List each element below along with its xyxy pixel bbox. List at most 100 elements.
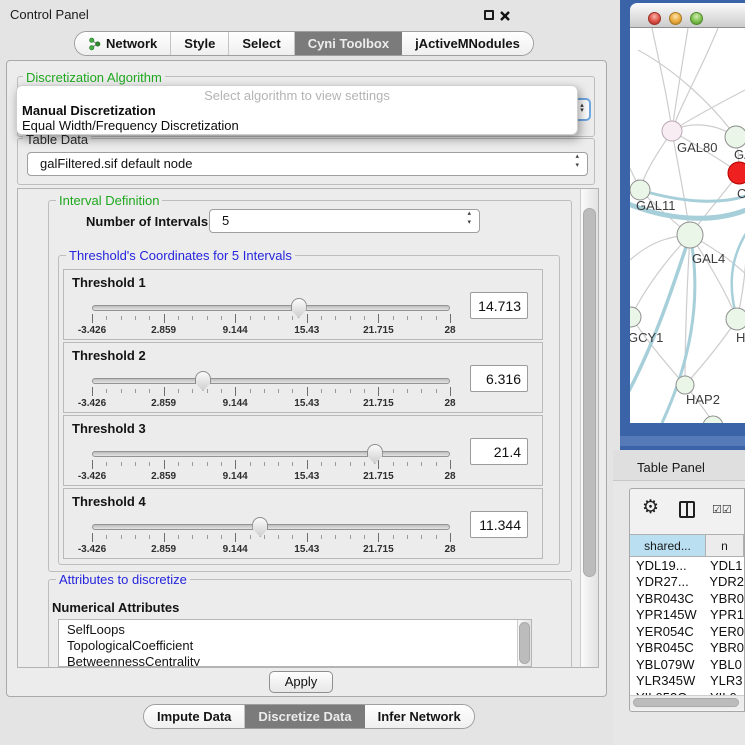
table-row[interactable]: YLR345WYLR3	[630, 673, 744, 690]
tab-infer-network[interactable]: Infer Network	[365, 705, 474, 728]
attribute-item-selfloops[interactable]: SelfLoops	[59, 622, 531, 638]
network-node-ga[interactable]	[725, 126, 745, 148]
minimize-traffic-light[interactable]	[669, 12, 682, 25]
gear-icon[interactable]: ⚙	[642, 496, 659, 519]
tab-label: Infer Network	[378, 709, 461, 724]
num-intervals-combo[interactable]: 5 ▴▾	[209, 209, 480, 233]
num-intervals-label: Number of Intervals	[86, 214, 208, 229]
table-hscrollbar[interactable]	[630, 695, 744, 709]
tab-network[interactable]: Network	[75, 32, 171, 55]
thresholds-group-title: Threshold's Coordinates for 5 Intervals	[66, 248, 295, 263]
table-row[interactable]: YBR045CYBR0	[630, 640, 744, 657]
network-edge[interactable]	[638, 50, 736, 137]
table-row[interactable]: YBL079WYBL0	[630, 656, 744, 673]
network-edge[interactable]	[672, 90, 745, 131]
table-row[interactable]: YPR145WYPR1	[630, 607, 744, 624]
table-cell[interactable]: YPR1	[705, 607, 744, 622]
threshold-value-field[interactable]	[470, 292, 528, 319]
table-cell[interactable]: YLR3	[705, 673, 743, 688]
slider-track[interactable]	[92, 378, 450, 384]
threshold-slider[interactable]: -3.4262.8599.14415.4321.71528	[92, 373, 450, 409]
threshold-panel-2: Threshold 2-3.4262.8599.14415.4321.71528	[63, 342, 543, 413]
slider-track[interactable]	[92, 305, 450, 311]
table-row[interactable]: YDR27...YDR2	[630, 574, 744, 591]
combo-stepper-icon[interactable]: ▴▾	[575, 154, 579, 172]
window-title: Control Panel	[10, 7, 89, 22]
table-cell[interactable]: YER054C	[630, 624, 705, 639]
attribute-item-betweennesscentrality[interactable]: BetweennessCentrality	[59, 654, 531, 667]
apply-button[interactable]: Apply	[269, 671, 333, 693]
network-edge-highlighted[interactable]	[732, 226, 745, 319]
node-label: GAL80	[677, 140, 717, 155]
threshold-slider[interactable]: -3.4262.8599.14415.4321.71528	[92, 519, 450, 555]
zoom-traffic-light[interactable]	[690, 12, 703, 25]
node-label: HAP2	[686, 392, 720, 407]
threshold-value-field[interactable]	[470, 511, 528, 538]
attribute-item-topologicalcoefficient[interactable]: TopologicalCoefficient	[59, 638, 531, 654]
tab-impute-data[interactable]: Impute Data	[144, 705, 245, 728]
table-column-header-n[interactable]: n	[706, 534, 744, 557]
network-node-gal80[interactable]	[662, 121, 682, 141]
table-cell[interactable]: YPR145W	[630, 607, 705, 622]
table-cell[interactable]: YDR27...	[630, 574, 704, 589]
tab-label: Cyni Toolbox	[308, 36, 389, 51]
float-window-icon[interactable]	[484, 10, 494, 20]
network-edge[interactable]	[631, 235, 690, 317]
table-cell[interactable]: YLR345W	[630, 673, 705, 688]
tab-jactivemnodules[interactable]: jActiveMNodules	[402, 32, 533, 55]
network-node-c[interactable]	[728, 162, 745, 184]
slider-track[interactable]	[92, 524, 450, 530]
table-header-row: shared...n	[630, 534, 744, 557]
close-traffic-light[interactable]	[648, 12, 661, 25]
table-toolbar: ⚙ ☑☑	[630, 489, 744, 533]
checkbox-icons[interactable]: ☑☑	[712, 503, 732, 516]
network-edge[interactable]	[672, 28, 718, 131]
table-cell[interactable]: YBR045C	[630, 640, 705, 655]
table-cell[interactable]: YBR0	[705, 591, 744, 606]
table-cell[interactable]: YBR0	[705, 640, 744, 655]
table-row[interactable]: YER054CYER0	[630, 623, 744, 640]
tab-cyni-toolbox[interactable]: Cyni Toolbox	[295, 32, 402, 55]
table-cell[interactable]: YDL1	[705, 558, 743, 573]
table-data-combo[interactable]: galFiltered.sif default node ▴▾	[27, 152, 588, 176]
scrollpane-vscrollbar[interactable]	[580, 189, 598, 667]
network-edge[interactable]	[652, 28, 672, 131]
threshold-panel-1: Threshold 1-3.4262.8599.14415.4321.71528	[63, 269, 543, 340]
tab-style[interactable]: Style	[171, 32, 229, 55]
close-icon[interactable]	[499, 9, 511, 21]
table-column-header-shared[interactable]: shared...	[630, 534, 706, 557]
table-cell[interactable]: YBR043C	[630, 591, 705, 606]
network-edge[interactable]	[690, 235, 737, 319]
table-cell[interactable]: YBL0	[705, 657, 742, 672]
network-canvas[interactable]: GAL80GACGAL11GAL4GCY1HHAP2	[630, 28, 745, 423]
column-layout-icon[interactable]	[679, 501, 695, 518]
network-node-gcy1[interactable]	[630, 307, 641, 327]
attributes-list-scrollbar[interactable]	[517, 620, 531, 666]
threshold-value-field[interactable]	[470, 365, 528, 392]
network-window-titlebar[interactable]	[630, 3, 745, 28]
table-row[interactable]: YDL19...YDL1	[630, 557, 744, 574]
algorithm-option-manual-discretization[interactable]: Manual Discretization	[17, 103, 577, 118]
threshold-slider[interactable]: -3.4262.8599.14415.4321.71528	[92, 446, 450, 482]
table-cell[interactable]: YBL079W	[630, 657, 705, 672]
table-cell[interactable]: YER0	[705, 624, 744, 639]
node-label: GAL11	[636, 198, 676, 213]
threshold-value-field[interactable]	[470, 438, 528, 465]
network-node[interactable]	[703, 416, 723, 423]
table-cell[interactable]: YDL19...	[630, 558, 705, 573]
network-node-h[interactable]	[726, 308, 745, 330]
threshold-slider[interactable]: -3.4262.8599.14415.4321.71528	[92, 300, 450, 336]
slider-track[interactable]	[92, 451, 450, 457]
network-node-gal4[interactable]	[677, 222, 703, 248]
algorithm-option-equal-width-frequency-discretization[interactable]: Equal Width/Frequency Discretization	[17, 118, 577, 133]
table-row[interactable]: YBR043CYBR0	[630, 590, 744, 607]
combo-stepper-icon[interactable]: ▴▾	[467, 211, 471, 229]
cyni-toolbox-panel: Discretization Algorithm ▴▾ Select algor…	[6, 60, 607, 697]
network-edge[interactable]	[672, 28, 688, 131]
table-panel-region: Table Panel ⚙ ☑☑ shared...n YDL19...YDL1…	[613, 450, 745, 745]
tab-discretize-data[interactable]: Discretize Data	[245, 705, 364, 728]
network-view-window: GAL80GACGAL11GAL4GCY1HHAP2	[620, 0, 745, 450]
network-node-gal11[interactable]	[630, 180, 650, 200]
tab-select[interactable]: Select	[229, 32, 294, 55]
table-cell[interactable]: YDR2	[704, 574, 744, 589]
